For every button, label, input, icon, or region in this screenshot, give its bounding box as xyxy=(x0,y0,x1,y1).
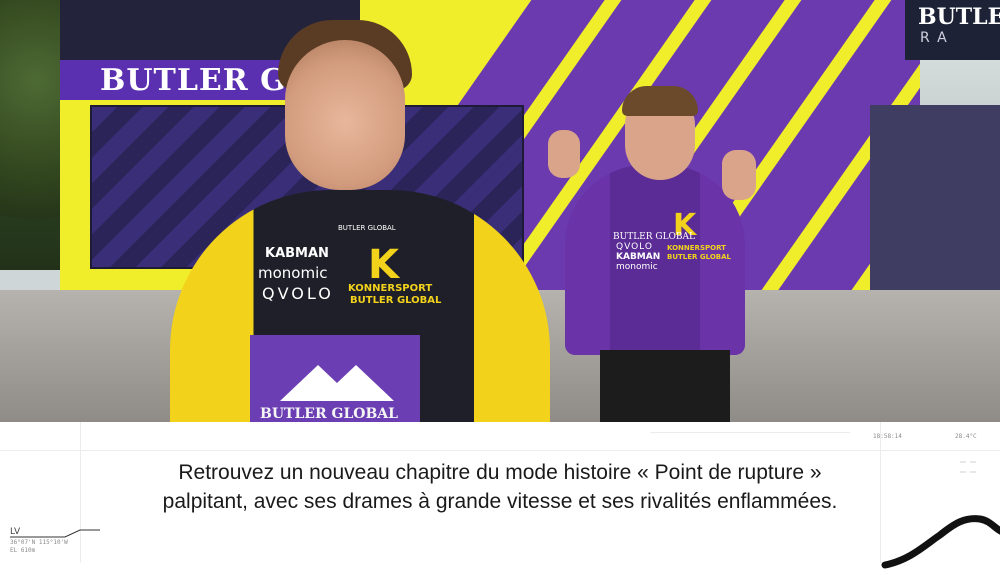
subtitle-caption: Retrouvez un nouveau chapitre du mode hi… xyxy=(0,458,1000,516)
team-sign-right-subtext: RA xyxy=(920,30,955,46)
shirt-sponsor-qvolo: QVOLO xyxy=(616,242,653,252)
team-member-right-hand xyxy=(722,150,756,200)
telemetry-temperature: 28.4°C xyxy=(955,433,977,440)
crosshair-marks-icon xyxy=(960,461,976,473)
glass-facade-right xyxy=(870,105,1000,295)
suit-sponsor-monomic: monomic xyxy=(258,264,328,282)
game-cutscene: BUTLER GLO BUTLER RA K BUTLER GLOBAL QVO… xyxy=(0,0,1000,422)
telemetry-underline-icon xyxy=(10,529,100,538)
track-map-icon xyxy=(881,515,1000,569)
monomic-logo-right xyxy=(318,365,394,401)
shirt-sponsor-kabman: KABMAN xyxy=(616,252,661,262)
suit-sponsor-butler-global-bottom: BUTLER GLOBAL xyxy=(260,406,399,422)
telemetry-elevation: EL 610m xyxy=(10,547,36,554)
shirt-sponsor-butler-global: BUTLER GLOBAL xyxy=(667,253,731,261)
shirt-sponsor-konnersport: KONNERSPORT xyxy=(667,244,726,252)
driver-head xyxy=(285,40,405,190)
shirt-sponsor-monomic: monomic xyxy=(616,262,658,272)
suit-collar-text: BUTLER GLOBAL xyxy=(338,224,396,232)
team-member-left-hand xyxy=(548,130,580,178)
suit-sponsor-konnersport: KONNERSPORT xyxy=(348,283,433,294)
suit-sponsor-kabman: KABMAN xyxy=(265,246,329,261)
telemetry-time: 18:58:14 xyxy=(873,433,902,440)
team-logo-k-large: K xyxy=(368,242,399,288)
subtitle-line-1: Retrouvez un nouveau chapitre du mode hi… xyxy=(178,461,822,484)
team-member-pants xyxy=(600,350,730,422)
subtitle-line-2: palpitant, avec ses drames à grande vite… xyxy=(162,490,838,513)
suit-sponsor-butler-global: BUTLER GLOBAL xyxy=(350,295,442,306)
team-member-hair xyxy=(622,86,698,116)
shirt-sponsor-butler: BUTLER GLOBAL xyxy=(613,232,696,242)
suit-sponsor-qvolo: QVOLO xyxy=(262,284,334,303)
team-sign-right-text: BUTLER xyxy=(918,4,1000,30)
